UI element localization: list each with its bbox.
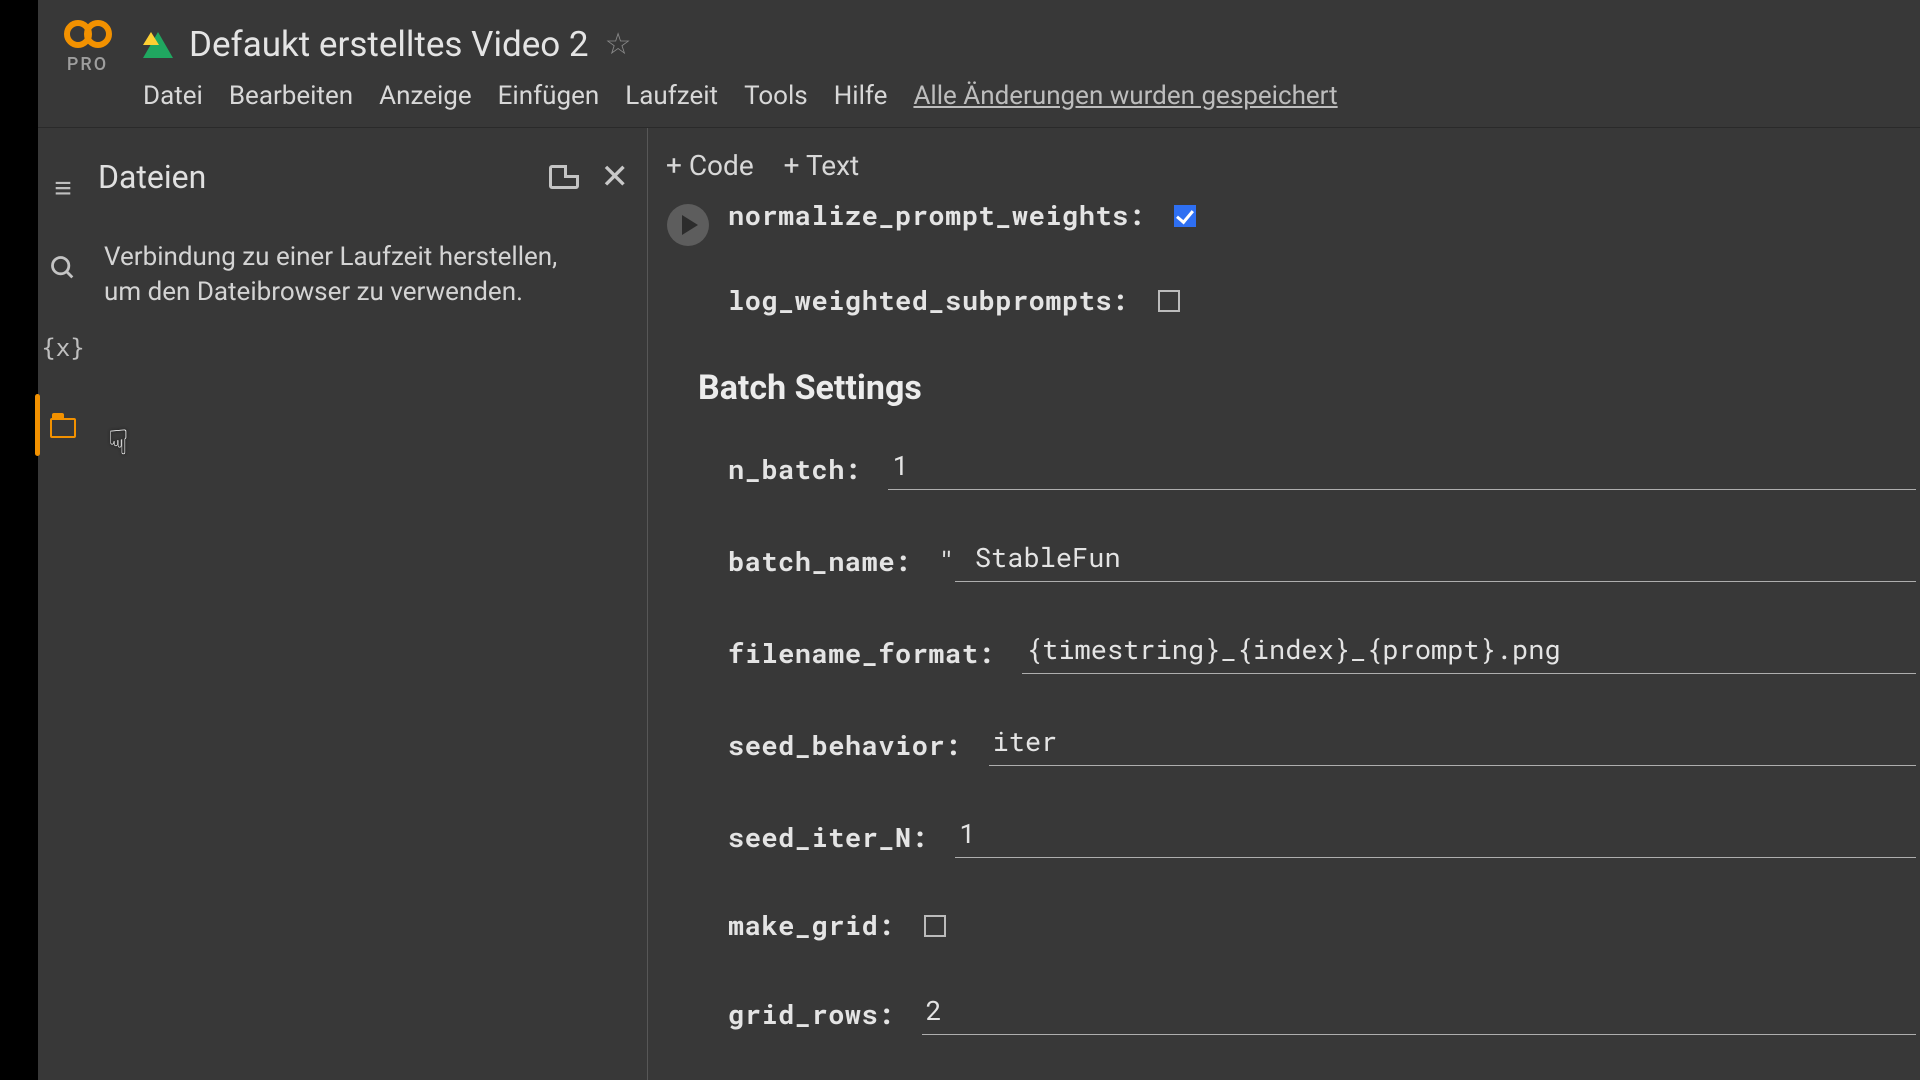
menu-datei[interactable]: Datei (143, 81, 203, 111)
input-n-batch[interactable] (888, 448, 1916, 490)
field-make-grid: make_grid: (728, 908, 1916, 943)
input-seed-iter-n[interactable] (955, 816, 1916, 858)
toc-icon[interactable]: ≡ (47, 172, 79, 204)
menu-laufzeit[interactable]: Laufzeit (625, 81, 718, 111)
save-status[interactable]: Alle Änderungen wurden gespeichert (913, 81, 1337, 111)
checkbox-normalize-prompt-weights[interactable] (1174, 205, 1196, 227)
files-icon[interactable] (47, 412, 79, 444)
field-seed-iter-n: seed_iter_N: (728, 816, 1916, 858)
input-seed-behavior[interactable] (989, 724, 1916, 766)
field-seed-behavior: seed_behavior: (728, 724, 1916, 766)
cursor-icon: ☟ (108, 423, 129, 463)
label-batch-name: batch_name: (728, 544, 928, 579)
field-log-weighted-subprompts: log_weighted_subprompts: (728, 283, 1916, 318)
left-rail: ≡ {x} (38, 128, 88, 1080)
colab-logo[interactable]: PRO (50, 20, 125, 75)
colab-logo-icon (64, 20, 112, 48)
menu-bearbeiten[interactable]: Bearbeiten (229, 81, 353, 111)
app-header: PRO Defaukt erstelltes Video 2 ☆ Datei B… (38, 0, 1920, 127)
search-icon[interactable] (47, 252, 79, 284)
notebook-toolbar: + Code + Text (648, 138, 1920, 192)
run-cell-button[interactable] (667, 204, 709, 246)
label-log-weighted-subprompts: log_weighted_subprompts: (728, 283, 1146, 318)
pro-badge: PRO (67, 54, 108, 75)
label-n-batch: n_batch: (728, 452, 878, 487)
label-grid-rows: grid_rows: (728, 997, 912, 1032)
files-panel-title: Dateien (98, 158, 206, 196)
add-text-button[interactable]: + Text (784, 149, 860, 182)
field-grid-rows: grid_rows: (728, 993, 1916, 1035)
notebook-area: + Code + Text normalize_prompt_weights: … (648, 128, 1920, 1080)
menu-bar: Datei Bearbeiten Anzeige Einfügen Laufze… (143, 81, 1338, 111)
checkbox-make-grid[interactable] (924, 915, 946, 937)
document-title[interactable]: Defaukt erstelltes Video 2 (189, 24, 589, 65)
files-panel-message: Verbindung zu einer Laufzeit herstellen,… (104, 240, 574, 310)
add-code-button[interactable]: + Code (666, 149, 754, 182)
star-icon[interactable]: ☆ (605, 27, 632, 62)
play-icon (682, 215, 698, 235)
drive-icon (143, 32, 173, 58)
popout-icon[interactable] (549, 165, 579, 189)
field-batch-name: batch_name: " (728, 540, 1916, 582)
variables-icon[interactable]: {x} (47, 332, 79, 364)
form-cell: normalize_prompt_weights: log_weighted_s… (648, 198, 1920, 1080)
label-seed-behavior: seed_behavior: (728, 728, 979, 763)
label-seed-iter-n: seed_iter_N: (728, 820, 945, 855)
label-filename-format: filename_format: (728, 636, 1012, 671)
field-filename-format: filename_format: (728, 632, 1916, 674)
label-make-grid: make_grid: (728, 908, 912, 943)
input-grid-rows[interactable] (922, 993, 1916, 1035)
menu-hilfe[interactable]: Hilfe (834, 81, 888, 111)
input-batch-name[interactable] (955, 540, 1916, 582)
menu-anzeige[interactable]: Anzeige (379, 81, 472, 111)
menu-einfuegen[interactable]: Einfügen (498, 81, 600, 111)
files-panel: Dateien ✕ Verbindung zu einer Laufzeit h… (88, 128, 648, 1080)
input-filename-format[interactable] (1022, 632, 1916, 674)
field-n-batch: n_batch: (728, 448, 1916, 490)
section-batch-settings: Batch Settings (698, 368, 1916, 408)
checkbox-log-weighted-subprompts[interactable] (1158, 290, 1180, 312)
menu-tools[interactable]: Tools (744, 81, 808, 111)
close-icon[interactable]: ✕ (601, 160, 630, 194)
label-normalize-prompt-weights: normalize_prompt_weights: (728, 198, 1162, 233)
field-normalize-prompt-weights: normalize_prompt_weights: (728, 198, 1916, 233)
